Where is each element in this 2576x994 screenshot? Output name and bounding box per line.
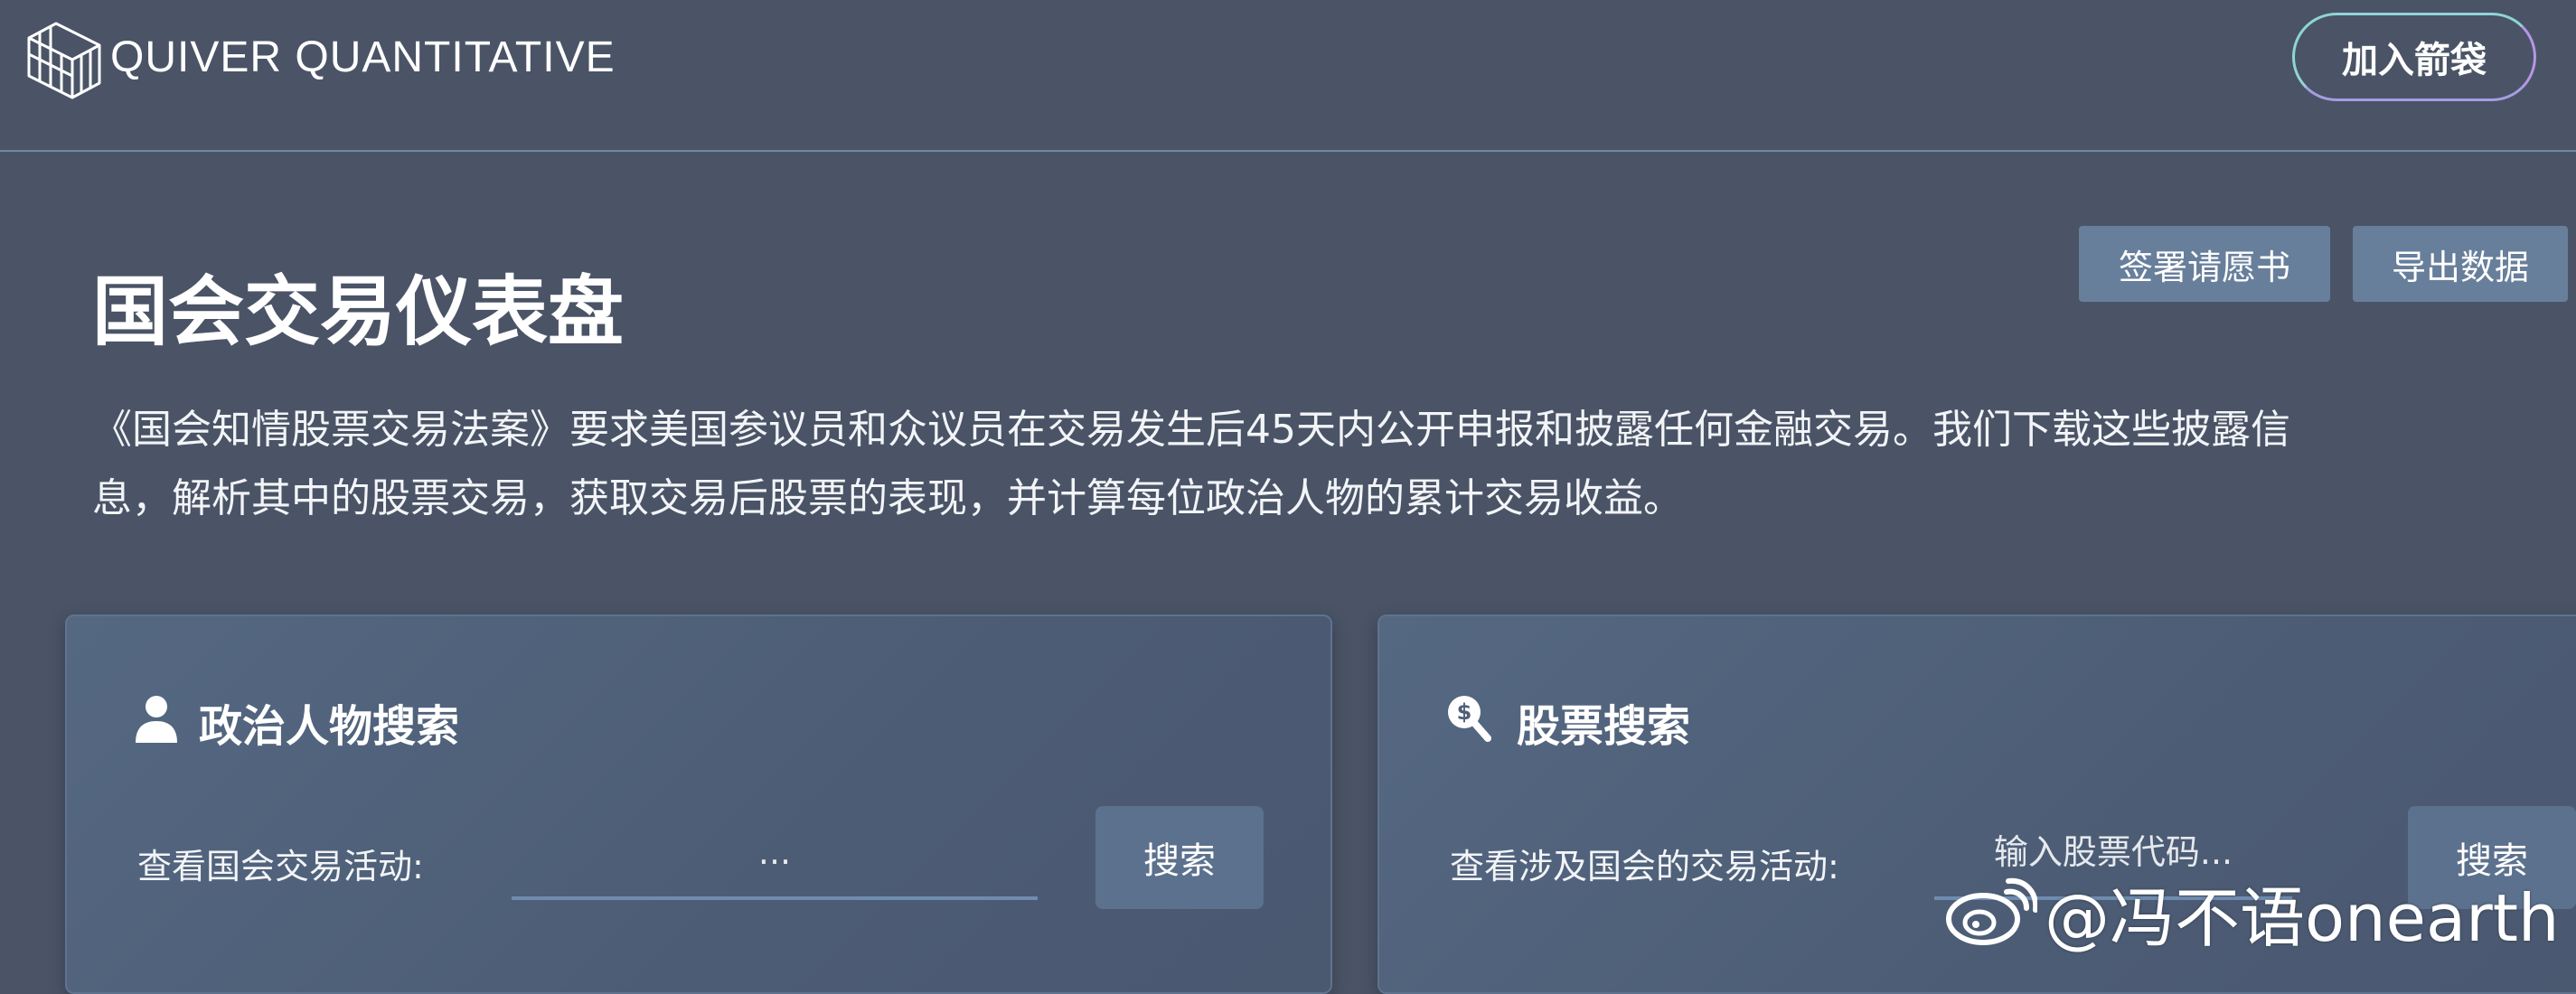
watermark-text: @冯不语onearth	[2045, 879, 2560, 956]
sign-petition-button[interactable]: 签署请愿书	[2079, 226, 2330, 302]
svg-text:$: $	[1457, 699, 1472, 725]
politician-search-input[interactable]	[512, 808, 1038, 900]
description-line-2: 息，解析其中的股票交易，获取交易后股票的表现，并计算每位政治人物的累计交易收益。	[92, 475, 1683, 521]
politician-search-card: 政治人物搜索 查看国会交易活动: 搜索	[65, 614, 1332, 994]
page-description: 《国会知情股票交易法案》要求美国参议员和众议员在交易发生后45天内公开申报和披露…	[92, 396, 2576, 533]
person-icon	[136, 696, 177, 743]
politician-search-label: 查看国会交易活动:	[137, 847, 424, 886]
stock-search-label: 查看涉及国会的交易活动:	[1450, 847, 1839, 886]
quiver-logo-icon[interactable]	[22, 18, 107, 103]
top-navbar: QUIVER QUANTITATIVE 加入箭袋	[0, 0, 2576, 152]
page-title: 国会交易仪表盘	[92, 267, 625, 356]
brand-name[interactable]: QUIVER QUANTITATIVE	[110, 33, 616, 82]
weibo-icon	[1946, 877, 2037, 945]
stock-search-title: 股票搜索	[1517, 701, 1691, 752]
watermark: @冯不语onearth	[1943, 871, 2560, 956]
politician-search-button[interactable]: 搜索	[1095, 806, 1264, 909]
export-data-button[interactable]: 导出数据	[2353, 226, 2568, 302]
politician-search-title: 政治人物搜索	[199, 701, 460, 752]
description-line-1: 《国会知情股票交易法案》要求美国参议员和众议员在交易发生后45天内公开申报和披露…	[92, 407, 2290, 453]
join-button[interactable]: 加入箭袋	[2292, 13, 2536, 101]
dollar-search-icon: $	[1448, 696, 1491, 742]
